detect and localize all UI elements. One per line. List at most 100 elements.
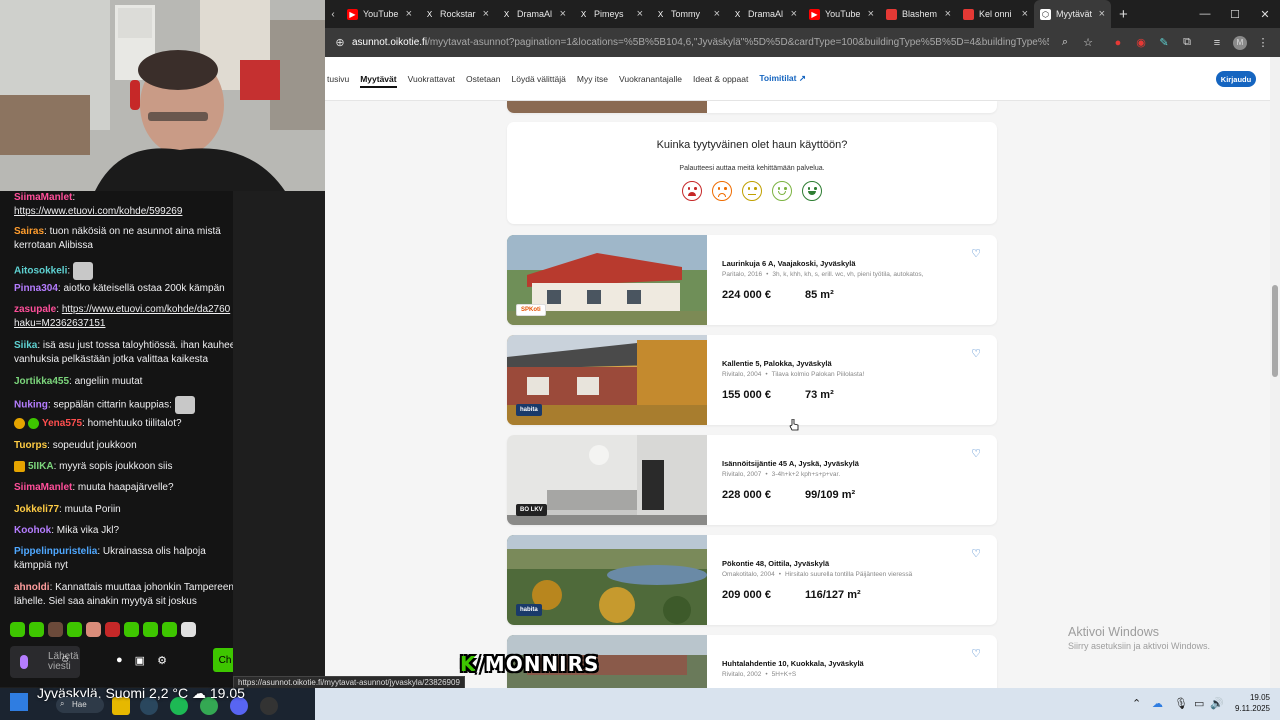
listing-card[interactable]: SPKoti Laurinkuja 6 A, Vaajakoski, Jyväs… bbox=[507, 235, 997, 325]
extensions-puzzle-icon[interactable]: ⧉ bbox=[1180, 36, 1194, 50]
unhappy-face-icon[interactable] bbox=[712, 181, 732, 201]
address-bar[interactable]: ⊕ asunnot.oikotie.fi/myytavat-asunnot?pa… bbox=[325, 28, 1280, 57]
network-icon[interactable]: ▭ bbox=[1194, 697, 1204, 710]
listing-info: Huhtalahdentie 10, Kuokkala, Jyväskylä R… bbox=[722, 635, 962, 678]
emote-icon[interactable] bbox=[124, 622, 139, 637]
tab[interactable]: ▶ YouTube × bbox=[341, 0, 418, 28]
zoom-icon[interactable]: ⌕ bbox=[1058, 36, 1072, 50]
login-button[interactable]: Kirjaudu bbox=[1216, 71, 1256, 87]
nav-link-business-premises[interactable]: Toimitilat ↗ bbox=[759, 73, 806, 84]
tab[interactable]: X Tommy × bbox=[649, 0, 726, 28]
microphone-icon[interactable] bbox=[20, 655, 28, 669]
tab[interactable]: X Rockstar × bbox=[418, 0, 495, 28]
tray-expand-icon[interactable]: ⌃ bbox=[1132, 697, 1141, 710]
bookmark-star-icon[interactable]: ☆ bbox=[1081, 36, 1095, 50]
gift-icon[interactable]: ▣ bbox=[135, 654, 145, 667]
emote-icon[interactable] bbox=[67, 622, 82, 637]
close-tab-icon[interactable]: × bbox=[560, 8, 566, 20]
nav-link-sell-yourself[interactable]: Myy itse bbox=[577, 74, 608, 84]
chat-message: Siika: isä asu just tossa taloyhtiössä. … bbox=[14, 340, 233, 351]
emote-icon[interactable] bbox=[181, 622, 196, 637]
volume-icon[interactable]: 🔊 bbox=[1210, 697, 1224, 710]
onedrive-icon[interactable]: ☁ bbox=[1152, 697, 1163, 710]
tab[interactable]: ▶ YouTube × bbox=[803, 0, 880, 28]
extension-icon[interactable]: ● bbox=[1111, 36, 1125, 50]
happy-face-icon[interactable] bbox=[772, 181, 792, 201]
nav-link-home[interactable]: tusivu bbox=[327, 74, 349, 84]
url-text[interactable]: asunnot.oikotie.fi/myytavat-asunnot?pagi… bbox=[352, 37, 1049, 48]
close-tab-icon[interactable]: × bbox=[714, 8, 720, 20]
close-tab-icon[interactable]: × bbox=[868, 8, 874, 20]
chat-message: 5IIKA: myyrä sopis joukkoon siis bbox=[14, 460, 233, 474]
very-unhappy-face-icon[interactable] bbox=[682, 181, 702, 201]
nav-link-landlords[interactable]: Vuokranantajalle bbox=[619, 74, 682, 84]
new-tab-icon[interactable]: + bbox=[1119, 6, 1128, 23]
settings-icon[interactable]: ⚙ bbox=[157, 654, 167, 667]
tab[interactable]: X Pimeys × bbox=[572, 0, 649, 28]
extension-icon[interactable]: ◉ bbox=[1134, 36, 1148, 50]
favorite-heart-icon[interactable]: ♡ bbox=[969, 647, 983, 661]
favorite-heart-icon[interactable]: ♡ bbox=[969, 447, 983, 461]
close-tab-icon[interactable]: × bbox=[1022, 8, 1028, 20]
tab[interactable]: Kel onni × bbox=[957, 0, 1034, 28]
tab-scroll-left-icon[interactable]: ‹ bbox=[325, 9, 341, 20]
tab[interactable]: X DramaAl × bbox=[726, 0, 803, 28]
emote-icon[interactable] bbox=[86, 622, 101, 637]
close-tab-icon[interactable]: × bbox=[945, 8, 951, 20]
menu-kebab-icon[interactable]: ⋮ bbox=[1256, 36, 1270, 50]
nav-link-for-sale[interactable]: Myytävät bbox=[360, 74, 397, 88]
listing-card[interactable]: habita Pökontie 48, Oittila, Jyväskylä O… bbox=[507, 535, 997, 625]
system-clock[interactable]: 19.05 9.11.2025 bbox=[1224, 692, 1270, 714]
close-window-icon[interactable]: ✕ bbox=[1250, 0, 1280, 28]
extension-icon[interactable]: ✎ bbox=[1157, 36, 1171, 50]
favorite-heart-icon[interactable]: ♡ bbox=[969, 547, 983, 561]
reading-list-icon[interactable]: ≡ bbox=[1210, 36, 1224, 50]
listing-meta: Rivitalo, 2002 • 5H+K+S bbox=[722, 671, 797, 678]
chat-message[interactable]: https://www.etuovi.com/kohde/599269 bbox=[14, 205, 233, 219]
points-icon[interactable]: ● bbox=[116, 654, 123, 667]
emote-icon[interactable] bbox=[29, 622, 44, 637]
close-tab-icon[interactable]: × bbox=[406, 8, 412, 20]
chat-message: Sairas: tuon näkösiä on ne asunnot aina … bbox=[14, 226, 221, 237]
chat-message[interactable]: zasupale: https://www.etuovi.com/kohde/d… bbox=[14, 303, 233, 317]
neutral-face-icon[interactable] bbox=[742, 181, 762, 201]
tab[interactable]: Blashem × bbox=[880, 0, 957, 28]
nav-link-wanted[interactable]: Ostetaan bbox=[466, 74, 501, 84]
bookmark-icon bbox=[886, 8, 897, 20]
close-tab-icon[interactable]: × bbox=[791, 8, 797, 20]
emote-picker-icon[interactable]: ☺ bbox=[60, 654, 70, 665]
nav-link-find-agent[interactable]: Löydä välittäjä bbox=[512, 74, 566, 84]
favorite-heart-icon[interactable]: ♡ bbox=[969, 247, 983, 261]
emote-icon[interactable] bbox=[143, 622, 158, 637]
chat-send-button[interactable]: Ch bbox=[213, 648, 233, 672]
nav-link-guides[interactable]: Ideat & oppaat bbox=[693, 74, 748, 84]
scrollbar-thumb[interactable] bbox=[1272, 285, 1278, 377]
finland-flag-icon[interactable] bbox=[10, 693, 28, 711]
microphone-tray-icon[interactable]: 🎙 bbox=[1174, 697, 1188, 710]
emote-icon[interactable] bbox=[10, 622, 25, 637]
favorite-heart-icon[interactable]: ♡ bbox=[969, 347, 983, 361]
minimize-icon[interactable]: — bbox=[1190, 0, 1220, 28]
nav-link-rentals[interactable]: Vuokrattavat bbox=[408, 74, 455, 84]
close-tab-icon[interactable]: × bbox=[1099, 8, 1105, 20]
close-tab-icon[interactable]: × bbox=[483, 8, 489, 20]
emote-icon[interactable] bbox=[162, 622, 177, 637]
obs-icon[interactable] bbox=[260, 697, 278, 715]
taskbar-search[interactable]: ⌕ Hae bbox=[56, 697, 104, 713]
emote-icon[interactable] bbox=[105, 622, 120, 637]
listing-card-partial[interactable] bbox=[507, 101, 997, 113]
close-tab-icon[interactable]: × bbox=[637, 8, 643, 20]
emote-icon[interactable] bbox=[48, 622, 63, 637]
very-happy-face-icon[interactable] bbox=[802, 181, 822, 201]
listing-info: Isännöitsijäntie 45 A, Jyskä, Jyväskylä … bbox=[722, 435, 962, 501]
page-scrollbar[interactable] bbox=[1270, 57, 1280, 688]
tab-active[interactable]: ⬡ Myytävät × bbox=[1034, 0, 1111, 28]
listing-card[interactable]: BO LKV Isännöitsijäntie 45 A, Jyskä, Jyv… bbox=[507, 435, 997, 525]
tab[interactable]: X DramaAl × bbox=[495, 0, 572, 28]
maximize-icon[interactable]: ☐ bbox=[1220, 0, 1250, 28]
profile-avatar-icon[interactable]: M bbox=[1233, 35, 1247, 50]
chat-message: SiimaManlet: bbox=[14, 192, 76, 203]
listing-card[interactable]: habita Kallentie 5, Palokka, Jyväskylä R… bbox=[507, 335, 997, 425]
chat-message[interactable]: haku=M2362637151 bbox=[14, 317, 233, 331]
site-info-icon[interactable]: ⊕ bbox=[333, 36, 347, 50]
